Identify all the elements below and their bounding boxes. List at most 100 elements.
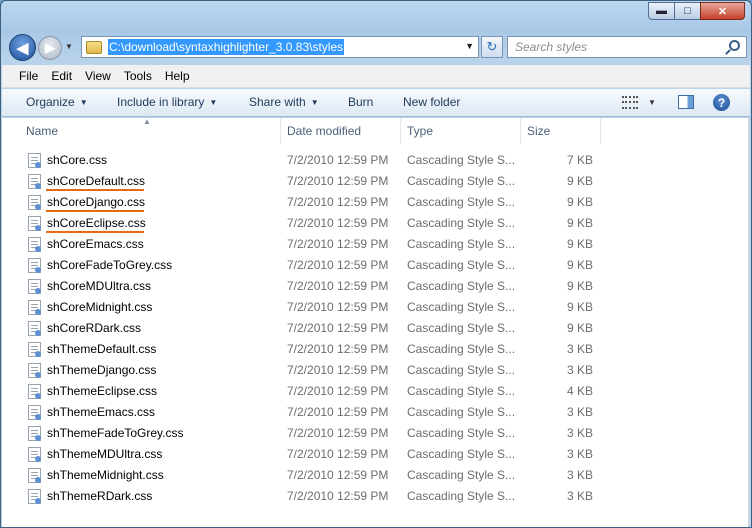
file-row[interactable]: shThemeDjango.css 7/2/2010 12:59 PM Cascad… xyxy=(2,360,750,381)
views-icon[interactable] xyxy=(622,96,638,109)
css-file-icon xyxy=(28,153,41,168)
help-icon[interactable]: ? xyxy=(713,94,730,111)
file-name[interactable]: shThemeDefault.css xyxy=(47,342,156,356)
column-header-size[interactable]: Size xyxy=(521,118,601,144)
file-type: Cascading Style S... xyxy=(407,321,516,335)
organize-label: Organize xyxy=(26,95,75,109)
file-size: 9 KB xyxy=(566,174,593,188)
forward-button[interactable]: ▶ xyxy=(38,36,62,60)
column-header-name[interactable]: Name ▲ xyxy=(2,117,281,144)
file-date: 7/2/2010 12:59 PM xyxy=(287,363,389,377)
css-file-icon xyxy=(28,237,41,252)
file-name[interactable]: shThemeFadeToGrey.css xyxy=(47,426,184,440)
organize-button[interactable]: Organize ▼ xyxy=(26,95,88,109)
include-in-library-button[interactable]: Include in library ▼ xyxy=(117,95,217,109)
file-row[interactable]: shCoreFadeToGrey.css 7/2/2010 12:59 PM Cas… xyxy=(2,255,750,276)
file-row[interactable]: shThemeMDUltra.css 7/2/2010 12:59 PM Casca… xyxy=(2,444,750,465)
file-type: Cascading Style S... xyxy=(407,489,516,503)
file-name[interactable]: shCore.css xyxy=(47,153,107,167)
address-text[interactable]: C:\download\syntaxhighlighter_3.0.83\sty… xyxy=(108,39,345,55)
file-name[interactable]: shThemeMDUltra.css xyxy=(47,447,162,461)
file-name[interactable]: shCoreRDark.css xyxy=(47,321,141,335)
file-size: 3 KB xyxy=(566,426,593,440)
highlight-underline xyxy=(46,189,144,191)
title-bar[interactable]: ▬ □ ✕ xyxy=(1,1,751,31)
file-type: Cascading Style S... xyxy=(407,216,516,230)
burn-button[interactable]: Burn xyxy=(348,95,373,109)
share-with-label: Share with xyxy=(249,95,306,109)
file-size: 3 KB xyxy=(566,405,593,419)
file-name[interactable]: shThemeDjango.css xyxy=(47,363,156,377)
file-row[interactable]: shThemeRDark.css 7/2/2010 12:59 PM Cascadi… xyxy=(2,486,750,507)
file-row[interactable]: shCoreDefault.css 7/2/2010 12:59 PM Cascad… xyxy=(2,171,750,192)
file-row[interactable]: shCore.css 7/2/2010 12:59 PM Cascading Sty… xyxy=(2,150,750,171)
file-date: 7/2/2010 12:59 PM xyxy=(287,174,389,188)
file-row[interactable]: shThemeFadeToGrey.css 7/2/2010 12:59 PM Ca… xyxy=(2,423,750,444)
column-name-label: Name xyxy=(26,124,59,138)
menu-help[interactable]: Help xyxy=(165,69,190,83)
minimize-button[interactable]: ▬ xyxy=(648,2,675,20)
file-date: 7/2/2010 12:59 PM xyxy=(287,153,389,167)
file-row[interactable]: shCoreEmacs.css 7/2/2010 12:59 PM Cascadin… xyxy=(2,234,750,255)
file-date: 7/2/2010 12:59 PM xyxy=(287,216,389,230)
css-file-icon xyxy=(28,258,41,273)
search-input[interactable]: Search styles xyxy=(507,36,747,58)
file-date: 7/2/2010 12:59 PM xyxy=(287,468,389,482)
file-row[interactable]: shCoreMDUltra.css 7/2/2010 12:59 PM Cascad… xyxy=(2,276,750,297)
css-file-icon xyxy=(28,300,41,315)
file-name[interactable]: shCoreDjango.css xyxy=(47,195,145,209)
file-date: 7/2/2010 12:59 PM xyxy=(287,321,389,335)
column-type-label: Type xyxy=(407,124,434,138)
file-row[interactable]: shThemeEmacs.css 7/2/2010 12:59 PM Cascadi… xyxy=(2,402,750,423)
close-button[interactable]: ✕ xyxy=(700,2,745,20)
file-row[interactable]: shCoreMidnight.css 7/2/2010 12:59 PM Casca… xyxy=(2,297,750,318)
file-name[interactable]: shThemeRDark.css xyxy=(47,489,152,503)
preview-pane-icon[interactable] xyxy=(678,95,694,109)
new-folder-button[interactable]: New folder xyxy=(403,95,460,109)
maximize-button[interactable]: □ xyxy=(674,2,701,20)
css-file-icon xyxy=(28,468,41,483)
file-date: 7/2/2010 12:59 PM xyxy=(287,279,389,293)
menu-file[interactable]: File xyxy=(19,69,38,83)
back-button[interactable]: ◀ xyxy=(9,34,36,61)
file-name[interactable]: shCoreMDUltra.css xyxy=(47,279,151,293)
file-row[interactable]: shThemeEclipse.css 7/2/2010 12:59 PM Casca… xyxy=(2,381,750,402)
file-name[interactable]: shCoreDefault.css xyxy=(47,174,145,188)
views-dropdown-icon[interactable]: ▼ xyxy=(648,98,656,107)
file-size: 3 KB xyxy=(566,468,593,482)
css-file-icon xyxy=(28,321,41,336)
file-size: 9 KB xyxy=(566,216,593,230)
file-type: Cascading Style S... xyxy=(407,384,516,398)
file-row[interactable]: shCoreRDark.css 7/2/2010 12:59 PM Cascadin… xyxy=(2,318,750,339)
menu-tools[interactable]: Tools xyxy=(124,69,152,83)
search-icon[interactable] xyxy=(729,40,740,51)
file-size: 3 KB xyxy=(566,363,593,377)
menu-edit[interactable]: Edit xyxy=(51,69,72,83)
file-size: 9 KB xyxy=(566,258,593,272)
address-dropdown-icon[interactable]: ▼ xyxy=(465,41,474,51)
file-row[interactable]: shThemeMidnight.css 7/2/2010 12:59 PM Casc… xyxy=(2,465,750,486)
file-name[interactable]: shCoreFadeToGrey.css xyxy=(47,258,172,272)
file-date: 7/2/2010 12:59 PM xyxy=(287,195,389,209)
file-name[interactable]: shCoreEmacs.css xyxy=(47,237,144,251)
recent-pages-dropdown[interactable]: ▼ xyxy=(65,42,73,51)
css-file-icon xyxy=(28,426,41,441)
column-header-type[interactable]: Type xyxy=(401,118,521,144)
menu-view[interactable]: View xyxy=(85,69,111,83)
highlight-underline xyxy=(46,210,144,212)
column-header-date[interactable]: Date modified xyxy=(281,118,401,144)
file-row[interactable]: shCoreEclipse.css 7/2/2010 12:59 PM Cascad… xyxy=(2,213,750,234)
share-with-button[interactable]: Share with ▼ xyxy=(249,95,319,109)
file-name[interactable]: shCoreMidnight.css xyxy=(47,300,152,314)
file-name[interactable]: shThemeEclipse.css xyxy=(47,384,157,398)
refresh-button[interactable]: ↻ xyxy=(481,36,503,58)
file-row[interactable]: shThemeDefault.css 7/2/2010 12:59 PM Casca… xyxy=(2,339,750,360)
file-name[interactable]: shThemeEmacs.css xyxy=(47,405,155,419)
folder-icon xyxy=(86,40,102,54)
address-bar[interactable]: C:\download\syntaxhighlighter_3.0.83\sty… xyxy=(81,36,479,58)
file-row[interactable]: shCoreDjango.css 7/2/2010 12:59 PM Cascadi… xyxy=(2,192,750,213)
file-name[interactable]: shThemeMidnight.css xyxy=(47,468,164,482)
file-size: 3 KB xyxy=(566,342,593,356)
file-size: 9 KB xyxy=(566,300,593,314)
file-name[interactable]: shCoreEclipse.css xyxy=(47,216,146,230)
